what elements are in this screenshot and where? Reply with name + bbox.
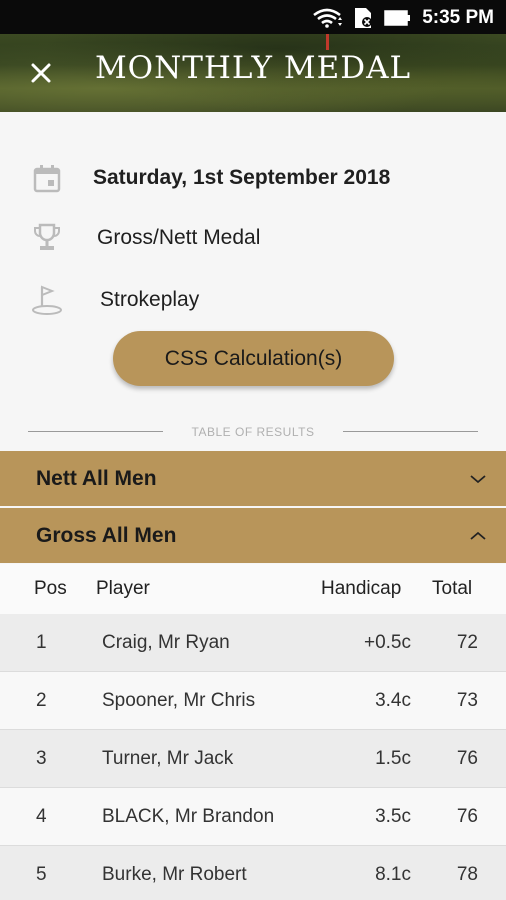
row-player: Craig, Mr Ryan xyxy=(102,632,230,653)
row-player: Burke, Mr Robert xyxy=(102,864,247,885)
row-total: 76 xyxy=(456,806,478,827)
status-icons: 5:35 PM xyxy=(312,7,494,29)
table-row[interactable]: 1 Craig, Mr Ryan +0.5c 72 xyxy=(0,614,506,672)
results-table-header: Pos Player Handicap Total xyxy=(0,564,506,615)
row-pos: 1 xyxy=(36,632,47,653)
row-handicap: 8.1c xyxy=(375,864,411,885)
column-header-total: Total xyxy=(432,578,473,599)
section-label: Nett All Men xyxy=(36,467,157,490)
divider-right xyxy=(343,431,478,432)
row-player: Spooner, Mr Chris xyxy=(102,690,256,711)
row-pos: 2 xyxy=(36,690,47,711)
row-handicap: 1.5c xyxy=(375,748,411,769)
row-handicap: 3.5c xyxy=(375,806,411,827)
table-row[interactable]: 4 BLACK, Mr Brandon 3.5c 76 xyxy=(0,788,506,846)
chevron-up-icon xyxy=(470,531,486,540)
row-pos: 5 xyxy=(36,864,47,885)
row-pos: 4 xyxy=(36,806,47,827)
row-total: 72 xyxy=(456,632,478,653)
sim-card-icon xyxy=(355,8,373,28)
event-format: Strokeplay xyxy=(100,288,200,311)
row-pos: 3 xyxy=(36,748,47,769)
event-competition-row: Gross/Nett Medal xyxy=(0,218,506,258)
wifi-icon xyxy=(313,8,343,28)
row-player: Turner, Mr Jack xyxy=(102,748,234,769)
row-total: 78 xyxy=(456,864,478,885)
column-header-pos: Pos xyxy=(34,578,67,599)
calendar-icon xyxy=(33,165,61,193)
table-row[interactable]: 3 Turner, Mr Jack 1.5c 76 xyxy=(0,730,506,788)
column-header-handicap: Handicap xyxy=(321,578,402,599)
section-gross-all-men[interactable]: Gross All Men xyxy=(0,508,506,563)
section-label: Gross All Men xyxy=(36,524,177,547)
table-row[interactable]: 2 Spooner, Mr Chris 3.4c 73 xyxy=(0,672,506,730)
row-player: BLACK, Mr Brandon xyxy=(102,806,275,827)
section-nett-all-men[interactable]: Nett All Men xyxy=(0,451,506,506)
golf-flag-icon xyxy=(32,285,62,315)
css-calculation-button[interactable]: CSS Calculation(s) xyxy=(113,331,394,386)
status-bar: 5:35 PM xyxy=(0,0,506,34)
table-of-results-label: TABLE OF RESULTS xyxy=(191,425,315,439)
event-competition: Gross/Nett Medal xyxy=(97,226,261,249)
chevron-down-icon xyxy=(470,475,486,484)
row-total: 73 xyxy=(456,690,478,711)
column-header-player: Player xyxy=(96,578,150,599)
event-date-row: Saturday, 1st September 2018 xyxy=(0,158,506,198)
event-format-row: Strokeplay xyxy=(0,280,506,320)
battery-icon xyxy=(384,10,411,26)
status-time: 5:35 PM xyxy=(422,7,494,28)
row-total: 76 xyxy=(456,748,478,769)
row-handicap: +0.5c xyxy=(363,632,411,653)
app-header: MONTHLY MEDAL xyxy=(0,34,506,112)
event-date: Saturday, 1st September 2018 xyxy=(93,166,391,189)
row-handicap: 3.4c xyxy=(375,690,411,711)
table-row[interactable]: 5 Burke, Mr Robert 8.1c 78 xyxy=(0,846,506,900)
page-title: MONTHLY MEDAL xyxy=(94,50,412,86)
background-flag xyxy=(326,34,329,50)
trophy-icon xyxy=(34,223,60,250)
